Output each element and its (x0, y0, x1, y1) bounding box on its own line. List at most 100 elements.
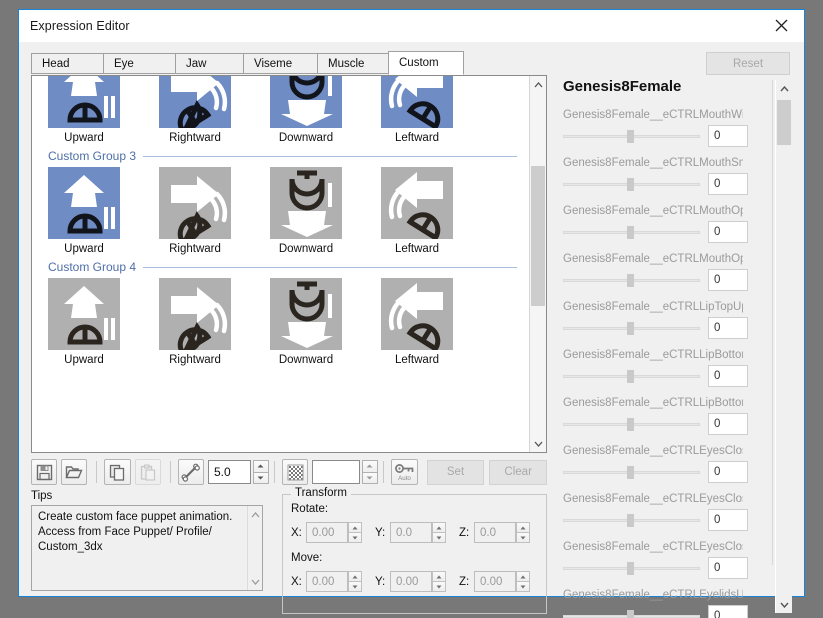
slider-handle[interactable] (627, 370, 634, 383)
save-button[interactable] (31, 459, 57, 485)
move-x-stepper[interactable] (348, 571, 362, 592)
parameter-slider[interactable] (563, 319, 700, 337)
parameter-slider[interactable] (563, 175, 700, 193)
slider-handle[interactable] (627, 130, 634, 143)
tips-scrollbar[interactable] (247, 506, 262, 590)
head-leftward-icon[interactable] (381, 278, 453, 350)
parameter-value-input[interactable]: 0 (708, 221, 748, 243)
move-z-stepper[interactable] (516, 571, 530, 592)
slider-handle[interactable] (627, 610, 634, 618)
expression-item[interactable]: Leftward (381, 278, 453, 367)
parameter-slider[interactable] (563, 271, 700, 289)
tips-scroll-up-button[interactable] (248, 506, 262, 523)
set-button[interactable]: Set (427, 460, 485, 485)
rotate-y-stepper[interactable] (432, 522, 446, 543)
rotate-z-stepper[interactable] (516, 522, 530, 543)
strength-stepper[interactable] (253, 460, 269, 484)
move-x-input[interactable]: 0.00 (306, 571, 348, 592)
head-upward-icon[interactable] (48, 167, 120, 239)
bone-button[interactable] (178, 459, 204, 485)
move-y-input[interactable]: 0.00 (390, 571, 432, 592)
tab-eye[interactable]: Eye (103, 53, 175, 74)
slider-handle[interactable] (627, 418, 634, 431)
tab-viseme[interactable]: Viseme (243, 53, 317, 74)
head-leftward-icon[interactable] (381, 75, 453, 128)
head-upward-icon[interactable] (48, 278, 120, 350)
tab-custom[interactable]: Custom (388, 51, 464, 75)
expression-item[interactable]: Downward (270, 75, 342, 145)
strength-stepper-down[interactable] (253, 472, 269, 485)
parameter-slider[interactable] (563, 511, 700, 529)
rotate-y-stepper-up[interactable] (432, 522, 446, 532)
rotate-x-stepper-down[interactable] (348, 532, 362, 543)
parameter-value-input[interactable]: 0 (708, 605, 748, 618)
parameter-slider[interactable] (563, 127, 700, 145)
move-x-stepper-down[interactable] (348, 581, 362, 592)
parameter-value-input[interactable]: 0 (708, 509, 748, 531)
parameter-value-input[interactable]: 0 (708, 461, 748, 483)
frame-input[interactable] (312, 460, 359, 484)
rotate-x-stepper[interactable] (348, 522, 362, 543)
parameter-value-input[interactable]: 0 (708, 125, 748, 147)
frame-stepper[interactable] (362, 460, 378, 484)
parameter-slider[interactable] (563, 415, 700, 433)
tab-head[interactable]: Head (31, 53, 103, 74)
head-downward-icon[interactable] (270, 167, 342, 239)
move-z-stepper-down[interactable] (516, 581, 530, 592)
head-rightward-icon[interactable] (159, 167, 231, 239)
expression-item[interactable]: Downward (270, 278, 342, 367)
scroll-thumb[interactable] (531, 166, 545, 306)
parameter-slider[interactable] (563, 559, 700, 577)
scroll-down-button[interactable] (530, 435, 546, 452)
expression-item[interactable]: Upward (48, 75, 120, 145)
parameter-value-input[interactable]: 0 (708, 269, 748, 291)
parameter-scrollbar[interactable] (775, 80, 792, 613)
slider-handle[interactable] (627, 466, 634, 479)
parameter-value-input[interactable]: 0 (708, 557, 748, 579)
tips-scroll-down-button[interactable] (248, 573, 262, 590)
head-leftward-icon[interactable] (381, 167, 453, 239)
slider-handle[interactable] (627, 226, 634, 239)
move-z-stepper-up[interactable] (516, 571, 530, 581)
rotate-y-input[interactable]: 0.0 (390, 522, 432, 543)
rotate-z-stepper-up[interactable] (516, 522, 530, 532)
move-x-stepper-up[interactable] (348, 571, 362, 581)
move-y-stepper-up[interactable] (432, 571, 446, 581)
parameter-slider[interactable] (563, 367, 700, 385)
parameter-slider[interactable] (563, 463, 700, 481)
grid-button[interactable] (282, 459, 308, 485)
move-y-stepper-down[interactable] (432, 581, 446, 592)
expression-item[interactable]: Rightward (159, 278, 231, 367)
rotate-y-stepper-down[interactable] (432, 532, 446, 543)
rotate-x-stepper-up[interactable] (348, 522, 362, 532)
tab-muscle[interactable]: Muscle (317, 53, 388, 74)
tab-jaw[interactable]: Jaw (175, 53, 243, 74)
strength-stepper-up[interactable] (253, 460, 269, 472)
parameter-slider[interactable] (563, 607, 700, 618)
head-downward-icon[interactable] (270, 278, 342, 350)
strength-input[interactable]: 5.0 (208, 460, 251, 484)
expression-item[interactable]: Upward (48, 278, 120, 367)
frame-stepper-down[interactable] (362, 472, 378, 485)
expression-item[interactable]: Downward (270, 167, 342, 256)
parameter-value-input[interactable]: 0 (708, 317, 748, 339)
parameter-slider[interactable] (563, 223, 700, 241)
reset-button[interactable]: Reset (706, 52, 790, 75)
clear-button[interactable]: Clear (489, 460, 547, 485)
scroll-up-button[interactable] (530, 76, 546, 93)
expression-item[interactable]: Leftward (381, 75, 453, 145)
head-rightward-icon[interactable] (159, 278, 231, 350)
expression-item[interactable]: Rightward (159, 75, 231, 145)
frame-stepper-up[interactable] (362, 460, 378, 472)
open-button[interactable] (61, 459, 87, 485)
parameter-value-input[interactable]: 0 (708, 413, 748, 435)
parameter-value-input[interactable]: 0 (708, 173, 748, 195)
rotate-z-stepper-down[interactable] (516, 532, 530, 543)
close-button[interactable] (759, 10, 804, 41)
head-rightward-icon[interactable] (159, 75, 231, 128)
parameter-scroll-up-button[interactable] (776, 80, 792, 97)
head-upward-icon[interactable] (48, 75, 120, 128)
slider-handle[interactable] (627, 322, 634, 335)
expression-item[interactable]: Leftward (381, 167, 453, 256)
rotate-z-input[interactable]: 0.0 (474, 522, 516, 543)
